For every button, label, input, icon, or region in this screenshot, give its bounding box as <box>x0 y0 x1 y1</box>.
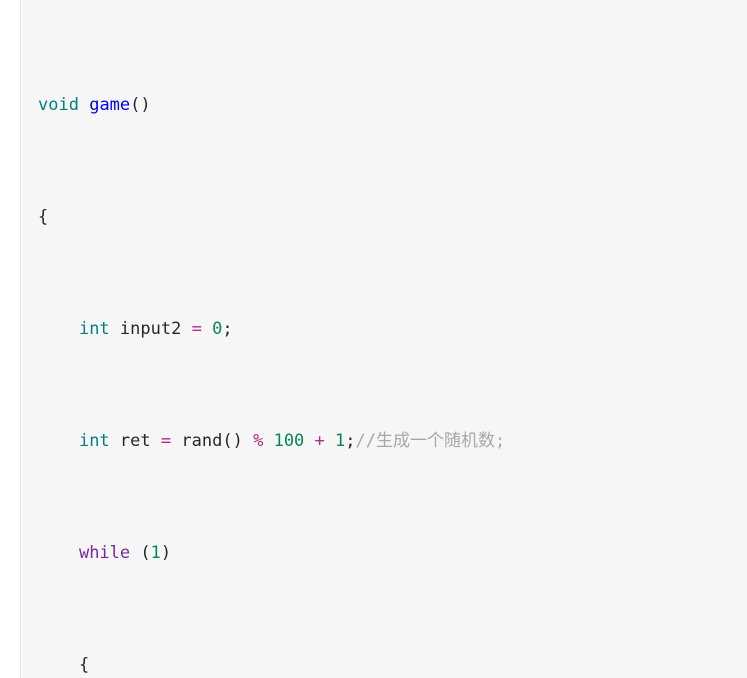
editor-gutter <box>0 0 21 678</box>
token-number-1: 1 <box>335 431 346 451</box>
code-lines-container: void game() { int input2 = 0; int ret = … <box>38 7 747 678</box>
token-operator-assign: = <box>160 431 172 451</box>
code-line-6: { <box>38 651 747 678</box>
token-type-void: void <box>38 95 79 115</box>
token-operator-plus: + <box>314 431 325 451</box>
token-number-1: 1 <box>150 543 161 563</box>
token-function-game: game <box>89 95 131 115</box>
token-keyword-while: while <box>78 543 131 563</box>
token-operator-modulo: % <box>253 431 264 451</box>
code-surface: void game() { int input2 = 0; int ret = … <box>22 0 747 678</box>
code-line-1: void game() <box>38 95 151 115</box>
token-identifier-input2: input2 <box>119 319 182 339</box>
token-brace-open: { <box>78 655 90 675</box>
token-number-zero: 0 <box>212 319 223 339</box>
code-line-3: int input2 = 0; <box>78 319 233 339</box>
token-type-int: int <box>78 431 110 451</box>
code-line-4: int ret = rand() % 100 + 1;//生成一个随机数; <box>78 431 506 451</box>
token-brace-open: { <box>38 207 49 227</box>
token-type-int: int <box>78 319 110 339</box>
code-line-5: while (1) <box>78 543 172 563</box>
token-function-rand: rand <box>181 431 223 451</box>
code-snippet-block: void game() { int input2 = 0; int ret = … <box>0 0 747 678</box>
token-number-100: 100 <box>273 431 305 451</box>
token-comment: //生成一个随机数; <box>355 431 506 451</box>
code-line-2: { <box>38 203 747 231</box>
token-operator-assign: = <box>191 319 202 339</box>
token-identifier-ret: ret <box>119 431 151 451</box>
